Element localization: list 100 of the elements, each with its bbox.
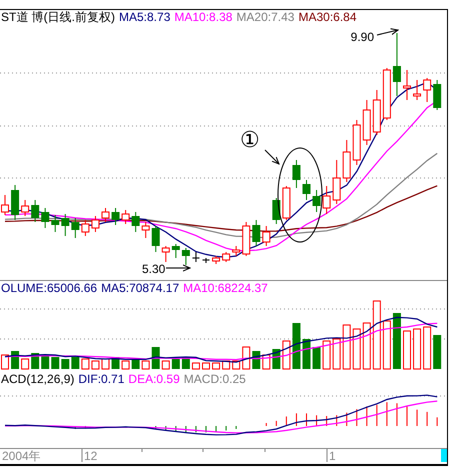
volume-bar [71, 357, 80, 369]
candlestick [192, 252, 200, 262]
volume-bar [1, 354, 9, 370]
volume-bar [352, 328, 361, 370]
candlestick [51, 214, 60, 232]
candlestick [132, 212, 140, 232]
candlestick [1, 194, 9, 216]
candlestick [122, 210, 130, 224]
candlestick [21, 200, 30, 216]
volume-bar [302, 339, 310, 369]
legend-value: DEA:0.59 [128, 372, 180, 386]
axis-label: 1 [329, 449, 336, 462]
arrow [166, 264, 190, 272]
volume-bar [172, 359, 180, 369]
volume-bar [372, 300, 381, 370]
candlestick [382, 68, 391, 120]
chart-title: ST道 博(日线.前复权) [1, 10, 115, 24]
volume-bar [192, 362, 200, 370]
candlestick [31, 200, 40, 222]
legend-value: MA5:70874.17 [101, 281, 180, 295]
arrow [264, 150, 280, 164]
candlestick [232, 246, 240, 256]
candlestick [352, 120, 361, 166]
volume-bar [322, 340, 331, 370]
candlestick [292, 160, 300, 188]
volume-bar [81, 358, 90, 370]
volume-bar [413, 328, 422, 370]
candlestick [332, 160, 341, 204]
candlestick [272, 198, 280, 224]
candlestick [212, 256, 220, 264]
candlestick [71, 218, 80, 238]
volume-bar [152, 347, 160, 369]
volume-bar [142, 360, 150, 370]
candlestick [162, 246, 170, 262]
candlestick [202, 258, 210, 264]
candlestick [152, 226, 160, 252]
volume-bar [102, 358, 110, 370]
candlestick [392, 32, 401, 96]
candlestick [322, 186, 331, 214]
indicator-title: ACD(12,26,9) [1, 372, 74, 386]
volume-bar [292, 323, 300, 369]
volume-bar [332, 338, 341, 370]
circled-number: ① [240, 128, 260, 153]
arrow [376, 28, 398, 36]
candlestick [282, 186, 290, 220]
volume-bar [382, 320, 391, 370]
legend-value: MA5:8.73 [119, 10, 170, 24]
volume-bar [342, 324, 351, 370]
candlestick [312, 190, 321, 212]
cursor-marker [441, 449, 447, 462]
price-annotation: 5.30 [142, 262, 166, 276]
candlestick [61, 214, 70, 236]
legend-value: MA30:6.84 [298, 10, 357, 24]
candlestick [403, 70, 411, 100]
volume-bar [21, 358, 30, 370]
volume-bar [282, 340, 290, 370]
candlestick [433, 80, 442, 110]
candlestick [262, 226, 270, 246]
volume-bar [362, 322, 371, 370]
axis-label: 12 [84, 449, 98, 462]
candlestick [413, 80, 422, 100]
candlestick [242, 222, 250, 256]
candlestick [142, 222, 150, 238]
candlestick [41, 208, 50, 228]
volume-bar [403, 330, 411, 370]
volume-bar [91, 360, 100, 370]
price-annotation: 9.90 [350, 30, 374, 44]
candlestick [11, 184, 20, 220]
volume-bar [423, 326, 432, 370]
legend-value: MACD:0.25 [184, 372, 246, 386]
candlestick [81, 220, 90, 236]
candlestick [91, 216, 100, 232]
volume-bar [312, 347, 321, 369]
candlestick [372, 90, 381, 136]
volume-bar [122, 360, 130, 370]
volume-bar [132, 359, 140, 369]
volume-bar [202, 362, 210, 370]
candlestick [423, 78, 432, 102]
axis-label: 2004年 [2, 449, 41, 462]
volume-bar [242, 346, 250, 370]
candlestick [342, 140, 351, 182]
legend-value: MA10:8.38 [174, 10, 232, 24]
candlestick [102, 208, 110, 222]
legend-value: MA20:7.43 [236, 10, 294, 24]
volume-bar [222, 360, 230, 370]
candlestick [172, 244, 180, 258]
volume-bar [162, 360, 170, 370]
candlestick [252, 220, 260, 246]
volume-bar [433, 335, 442, 369]
candlestick [302, 180, 310, 200]
candlestick [222, 252, 230, 262]
legend-value: OLUME:65006.66 [1, 281, 98, 295]
volume-bar [212, 362, 220, 370]
candlestick [362, 100, 371, 146]
legend-value: MA10:68224.37 [183, 281, 268, 295]
legend-value: DIF:0.71 [78, 372, 124, 386]
volume-bar [51, 357, 60, 369]
volume-bar [61, 359, 70, 369]
candlestick [112, 208, 120, 226]
volume-bar [392, 313, 401, 369]
